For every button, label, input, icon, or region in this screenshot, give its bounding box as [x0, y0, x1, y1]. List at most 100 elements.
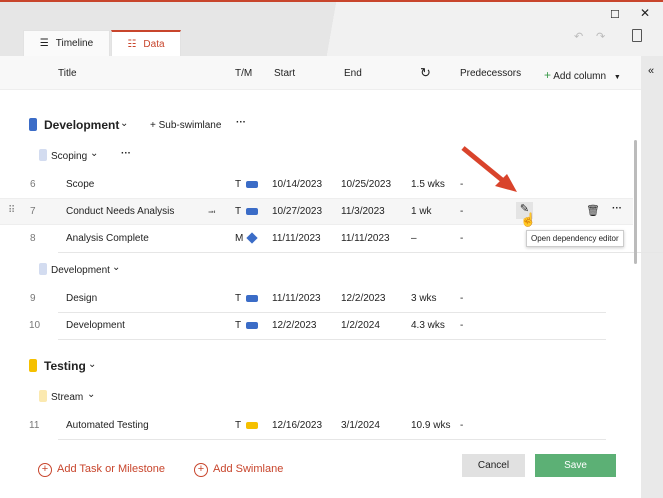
column-start[interactable]: Start	[274, 68, 295, 79]
end-date: 1/2/2024	[341, 320, 380, 331]
add-task-button[interactable]: + Add Task or Milestone	[38, 463, 165, 477]
duration: 1 wk	[411, 206, 432, 217]
row-number: 9	[30, 293, 36, 304]
duration: 10.9 wks	[411, 420, 451, 431]
row-number: 10	[29, 320, 41, 331]
dropdown-icon: ▼	[613, 74, 621, 81]
tab-timeline[interactable]: ☰ Timeline	[23, 30, 110, 57]
column-title[interactable]: Title	[58, 68, 77, 79]
subswimlane-color-stream	[39, 390, 47, 402]
swimlane-testing[interactable]: Testing	[44, 359, 86, 373]
column-end[interactable]: End	[344, 68, 362, 79]
history-icon[interactable]: ↻	[420, 65, 431, 81]
add-sub-swimlane-button[interactable]: + Sub-swimlane	[150, 120, 221, 131]
row-number: 11	[29, 420, 40, 431]
chevron-down-icon[interactable]: ⌄	[87, 389, 95, 400]
task-bar-icon	[246, 322, 258, 329]
swimlane-color-development	[29, 118, 37, 131]
row-divider	[58, 339, 606, 340]
chevron-down-icon[interactable]: ⌄	[120, 118, 128, 129]
plus-icon: +	[544, 68, 552, 82]
subswimlane-color-scoping	[39, 149, 47, 161]
predecessors: -	[460, 420, 464, 431]
row-divider	[58, 312, 606, 313]
subswimlane-stream[interactable]: Stream	[51, 392, 83, 403]
end-date: 12/2/2023	[341, 293, 386, 304]
task-title: Design	[66, 293, 98, 304]
subswimlane-color-development	[39, 263, 47, 275]
start-date: 10/27/2023	[272, 206, 323, 217]
type-indicator: T	[235, 206, 242, 217]
predecessors: -	[460, 320, 464, 331]
task-bar-icon	[246, 295, 258, 302]
cursor-hand-icon: ☝	[520, 212, 537, 227]
close-icon[interactable]: ✕	[640, 6, 650, 20]
subswimlane-scoping[interactable]: Scoping	[51, 151, 87, 162]
scrollbar[interactable]	[634, 140, 637, 264]
task-title: Scope	[66, 179, 95, 190]
predecessors: -	[460, 179, 464, 190]
row-divider	[58, 439, 606, 440]
task-bar-icon	[246, 181, 258, 188]
end-date: 3/1/2024	[341, 420, 380, 431]
tab-data[interactable]: ☷ Data	[111, 30, 181, 57]
end-date: 11/3/2023	[341, 206, 385, 217]
annotation-arrow	[461, 146, 517, 192]
list-icon: ☷	[127, 38, 137, 50]
chevron-down-icon[interactable]: ⌄	[90, 148, 98, 159]
row-number: 7	[30, 206, 36, 217]
plus-icon: +	[150, 120, 159, 131]
swimlane-color-testing	[29, 359, 37, 372]
cancel-button[interactable]: Cancel	[462, 454, 525, 477]
more-icon[interactable]: ···	[121, 148, 131, 159]
start-date: 12/16/2023	[272, 420, 323, 431]
delete-icon[interactable]: 🗑	[586, 204, 600, 217]
end-date: 10/25/2023	[341, 179, 392, 190]
redo-icon[interactable]: ↷	[596, 30, 605, 43]
type-indicator: M	[235, 233, 244, 244]
start-date: 11/11/2023	[272, 233, 321, 244]
save-button[interactable]: Save	[535, 454, 616, 477]
predecessors: -	[460, 206, 464, 217]
predecessors: -	[460, 293, 464, 304]
task-title: Development	[66, 320, 125, 331]
plus-circle-icon: +	[194, 463, 208, 477]
type-indicator: T	[235, 320, 242, 331]
start-date: 12/2/2023	[272, 320, 317, 331]
indent-icon[interactable]: ⭲	[208, 205, 216, 222]
add-column-button[interactable]: + Add column ▼	[544, 68, 621, 82]
chevron-down-icon[interactable]: ⌄	[88, 359, 96, 370]
more-icon[interactable]: ···	[612, 203, 622, 214]
task-bar-icon	[246, 422, 258, 429]
column-predecessors[interactable]: Predecessors	[460, 68, 521, 79]
row-divider	[140, 252, 663, 253]
undo-icon[interactable]: ↶	[574, 30, 583, 43]
row-number: 6	[30, 179, 36, 190]
row-number: 8	[30, 233, 36, 244]
type-indicator: T	[235, 420, 242, 431]
type-indicator: T	[235, 293, 242, 304]
drag-handle-icon[interactable]: ⠿	[8, 205, 15, 216]
plus-circle-icon: +	[38, 463, 52, 477]
subswimlane-development[interactable]: Development	[51, 265, 110, 276]
task-bar-icon	[246, 208, 258, 215]
collapse-panel-icon[interactable]: «	[648, 65, 654, 77]
chevron-down-icon[interactable]: ⌄	[112, 262, 120, 273]
predecessors: -	[460, 233, 464, 244]
swimlane-development[interactable]: Development	[44, 118, 119, 132]
end-date: 11/11/2023	[341, 233, 390, 244]
maximize-icon[interactable]: ☐	[610, 8, 620, 21]
duration: 1.5 wks	[411, 179, 445, 190]
clipboard-icon[interactable]	[632, 29, 642, 42]
more-icon[interactable]: ···	[236, 117, 246, 128]
task-title: Automated Testing	[66, 420, 149, 431]
start-date: 11/11/2023	[272, 293, 321, 304]
tooltip: Open dependency editor	[526, 230, 624, 247]
start-date: 10/14/2023	[272, 179, 323, 190]
add-swimlane-button[interactable]: + Add Swimlane	[194, 463, 283, 477]
column-tm[interactable]: T/M	[235, 68, 252, 79]
type-indicator: T	[235, 179, 242, 190]
task-title: Analysis Complete	[66, 233, 149, 244]
duration: 3 wks	[411, 293, 437, 304]
duration: –	[411, 233, 417, 244]
